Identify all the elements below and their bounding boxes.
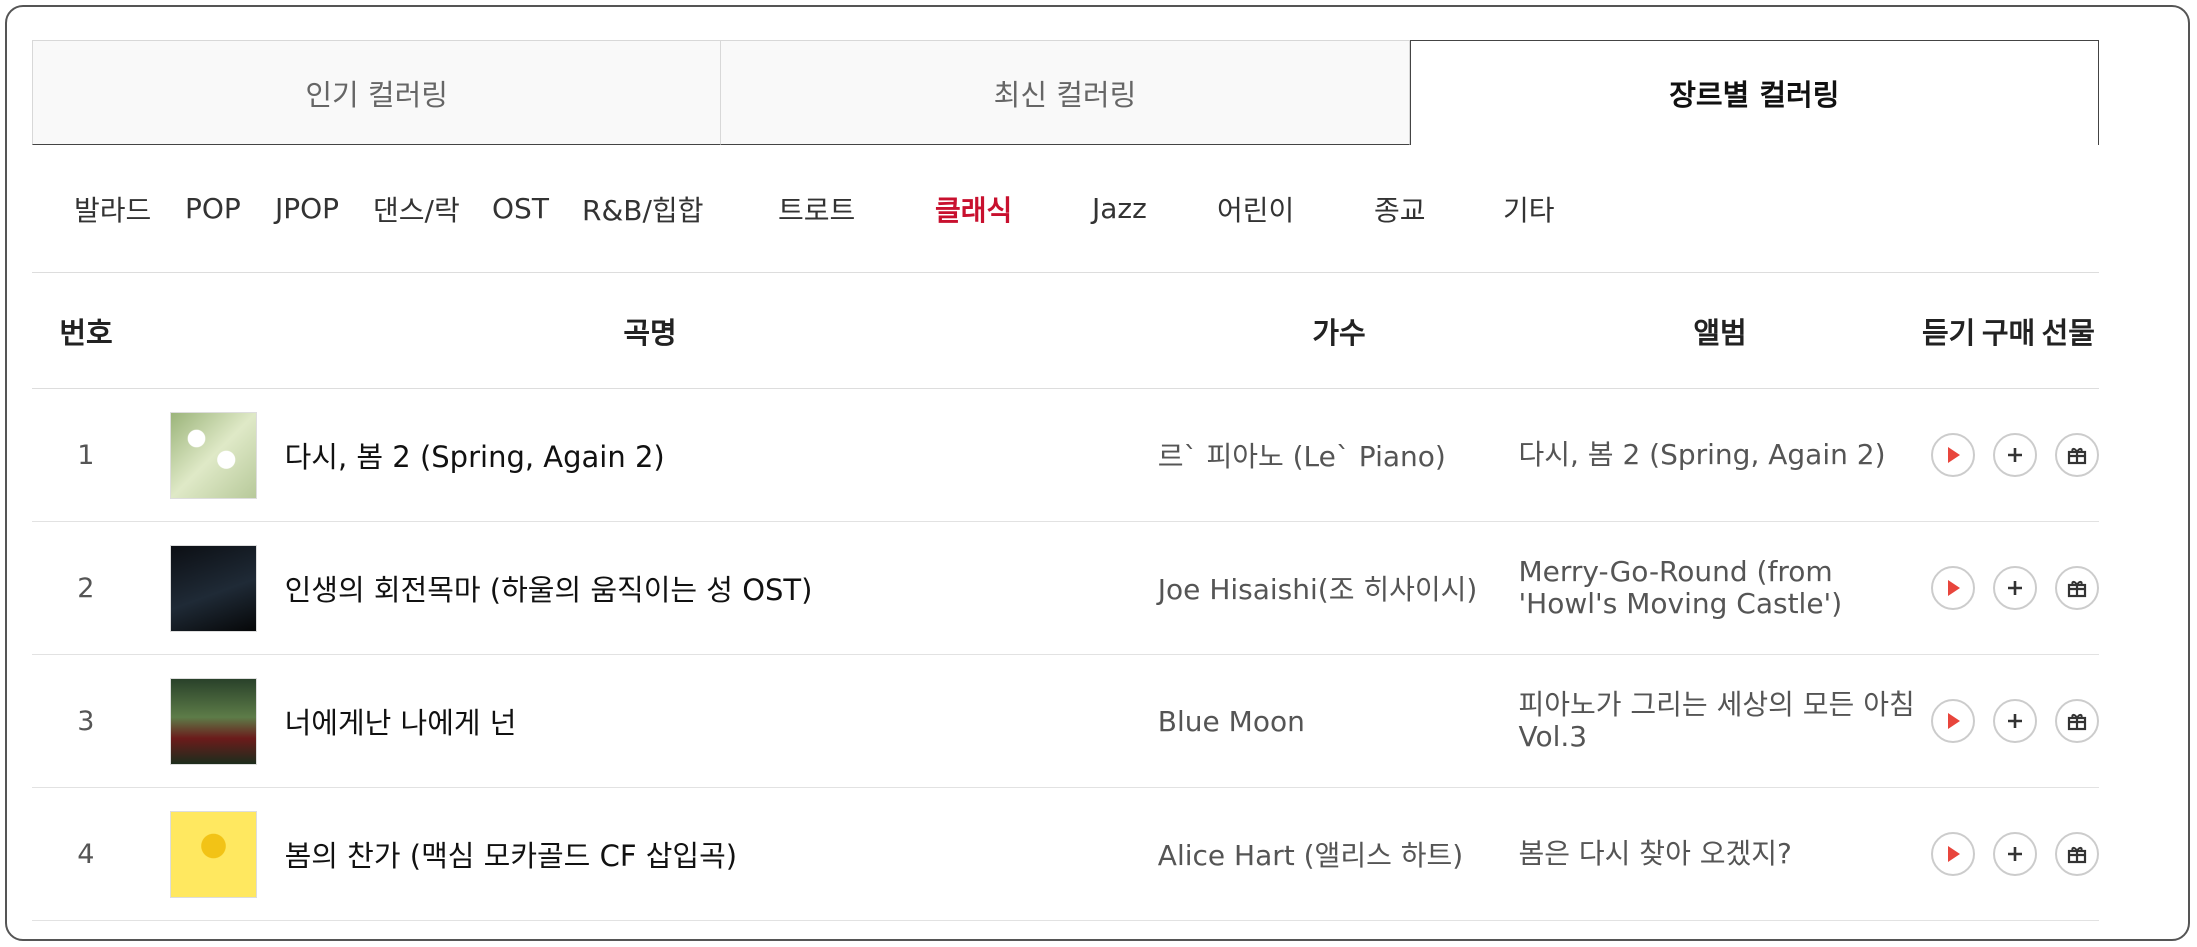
- play-button[interactable]: [1930, 566, 1975, 610]
- page-frame: 인기 컬러링 최신 컬러링 장르별 컬러링 발라드 POP JPOP 댄스/락 …: [5, 5, 2190, 941]
- genre-trot[interactable]: 트로트: [778, 189, 935, 229]
- row-actions: [1915, 566, 2099, 610]
- play-button[interactable]: [1930, 699, 1975, 743]
- row-number: 4: [77, 838, 95, 870]
- genre-kids[interactable]: 어린이: [1217, 189, 1374, 229]
- gift-icon: [2067, 714, 2087, 731]
- header-gift: 선물: [2041, 315, 2095, 350]
- row-actions: [1915, 832, 2099, 876]
- play-icon: [1947, 447, 1960, 463]
- row-actions: [1915, 433, 2099, 477]
- artist-name[interactable]: 르` 피아노 (Le` Piano): [1156, 435, 1513, 475]
- play-icon: [1947, 846, 1960, 862]
- buy-button[interactable]: [1992, 832, 2037, 876]
- genre-dance-rock[interactable]: 댄스/락: [373, 189, 492, 229]
- song-title[interactable]: 봄의 찬가 (맥심 모카골드 CF 삽입곡): [285, 833, 738, 875]
- song-cell: 인생의 회전목마 (하울의 움직이는 성 OST): [140, 544, 1156, 632]
- header-number: 번호: [59, 315, 113, 350]
- play-button[interactable]: [1930, 832, 1975, 876]
- song-title[interactable]: 너에게난 나에게 넌: [285, 700, 517, 742]
- song-title[interactable]: 인생의 회전목마 (하울의 움직이는 성 OST): [285, 567, 813, 609]
- play-icon: [1947, 713, 1960, 729]
- song-cell: 너에게난 나에게 넌: [140, 677, 1156, 765]
- ringtone-panel: 인기 컬러링 최신 컬러링 장르별 컬러링 발라드 POP JPOP 댄스/락 …: [32, 40, 2099, 939]
- gift-button[interactable]: [2054, 433, 2099, 477]
- header-album: 앨범: [1693, 315, 1747, 350]
- category-tabs: 인기 컬러링 최신 컬러링 장르별 컬러링: [32, 40, 2099, 145]
- buy-button[interactable]: [1992, 566, 2037, 610]
- genre-religion[interactable]: 종교: [1374, 189, 1503, 229]
- album-name[interactable]: 피아노가 그리는 세상의 모든 아침 Vol.3: [1512, 688, 1915, 753]
- song-cell: 다시, 봄 2 (Spring, Again 2): [140, 411, 1156, 499]
- album-name[interactable]: 다시, 봄 2 (Spring, Again 2): [1512, 438, 1915, 471]
- song-title[interactable]: 다시, 봄 2 (Spring, Again 2): [285, 434, 665, 476]
- header-artist: 가수: [1312, 315, 1366, 350]
- plus-icon: [2007, 714, 2022, 728]
- gift-button[interactable]: [2054, 832, 2099, 876]
- genre-classical[interactable]: 클래식: [935, 189, 1092, 229]
- genre-etc[interactable]: 기타: [1503, 189, 1555, 229]
- play-button[interactable]: [1930, 433, 1975, 477]
- table-row: 3 너에게난 나에게 넌 Blue Moon 피아노가 그리는 세상의 모든 아…: [32, 655, 2099, 788]
- album-cover[interactable]: [169, 810, 257, 898]
- header-buy: 구매: [1981, 315, 2036, 350]
- table-header: 번호 곡명 가수 앨범 듣기 구매 선물: [32, 273, 2099, 389]
- table-row: 2 인생의 회전목마 (하울의 움직이는 성 OST) Joe Hisaishi…: [32, 522, 2099, 655]
- tab-latest[interactable]: 최신 컬러링: [721, 40, 1410, 145]
- genre-jazz[interactable]: Jazz: [1092, 192, 1217, 225]
- artist-name[interactable]: Alice Hart (앨리스 하트): [1156, 834, 1513, 874]
- genre-rnb-hiphop[interactable]: R&B/힙합: [582, 189, 778, 229]
- genre-nav: 발라드 POP JPOP 댄스/락 OST R&B/힙합 트로트 클래식 Jaz…: [32, 145, 2099, 273]
- artist-name[interactable]: Blue Moon: [1156, 705, 1513, 738]
- table-row: 4 봄의 찬가 (맥심 모카골드 CF 삽입곡) Alice Hart (앨리스…: [32, 788, 2099, 921]
- header-listen: 듣기: [1922, 315, 1976, 350]
- tab-genre[interactable]: 장르별 컬러링: [1409, 40, 2099, 145]
- album-cover[interactable]: [169, 544, 257, 632]
- next-row-partial: [32, 921, 2099, 939]
- plus-icon: [2007, 448, 2022, 462]
- buy-button[interactable]: [1992, 699, 2037, 743]
- tab-popular[interactable]: 인기 컬러링: [32, 40, 722, 145]
- header-actions: 듣기 구매 선물: [1922, 310, 2099, 352]
- gift-button[interactable]: [2054, 566, 2099, 610]
- gift-icon: [2067, 581, 2087, 598]
- album-cover[interactable]: [169, 411, 257, 499]
- song-cell: 봄의 찬가 (맥심 모카골드 CF 삽입곡): [140, 810, 1156, 898]
- genre-ballad[interactable]: 발라드: [74, 189, 185, 229]
- genre-ost[interactable]: OST: [492, 192, 582, 225]
- gift-button[interactable]: [2054, 699, 2099, 743]
- album-name[interactable]: Merry-Go-Round (from 'Howl's Moving Cast…: [1512, 555, 1915, 620]
- table-row: 1 다시, 봄 2 (Spring, Again 2) 르` 피아노 (Le` …: [32, 389, 2099, 522]
- album-cover[interactable]: [169, 677, 257, 765]
- genre-jpop[interactable]: JPOP: [275, 192, 373, 225]
- play-icon: [1947, 580, 1960, 596]
- genre-pop[interactable]: POP: [185, 192, 275, 225]
- album-name[interactable]: 봄은 다시 찾아 오겠지?: [1512, 837, 1915, 870]
- plus-icon: [2007, 847, 2022, 861]
- header-title: 곡명: [623, 315, 677, 350]
- buy-button[interactable]: [1992, 433, 2037, 477]
- plus-icon: [2007, 581, 2022, 595]
- gift-icon: [2067, 847, 2087, 864]
- artist-name[interactable]: Joe Hisaishi(조 히사이시): [1156, 568, 1513, 608]
- row-number: 1: [77, 439, 95, 471]
- row-number: 3: [77, 705, 95, 737]
- row-actions: [1915, 699, 2099, 743]
- gift-icon: [2067, 448, 2087, 465]
- row-number: 2: [77, 572, 95, 604]
